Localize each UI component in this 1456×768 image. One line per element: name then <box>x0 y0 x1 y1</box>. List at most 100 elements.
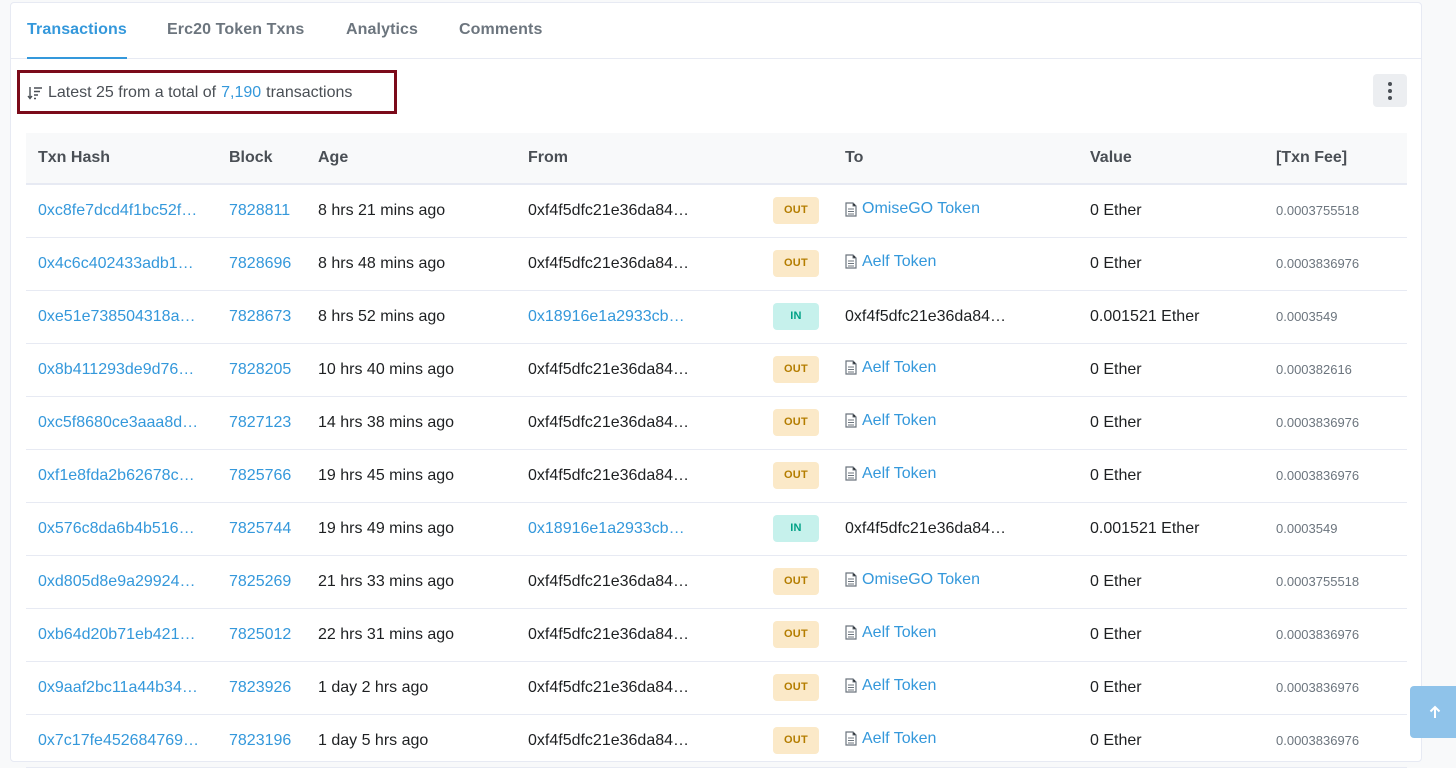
to-link[interactable]: Aelf Token <box>862 253 936 271</box>
table-row: 0xc5f8680ce3aaa8d… 7827123 14 hrs 38 mins … <box>26 396 1407 450</box>
to-contract[interactable]: Aelf Token <box>845 730 936 748</box>
to-link[interactable]: Aelf Token <box>862 730 936 748</box>
table-row: 0xe51e738504318a… 7828673 8 hrs 52 mins ag… <box>26 290 1407 344</box>
txn-fee-text: 0.000382616 <box>1276 361 1352 377</box>
to-contract[interactable]: Aelf Token <box>845 253 936 271</box>
header-txn-fee[interactable]: [Txn Fee] <box>1264 133 1407 185</box>
txn-hash-link[interactable]: 0xd805d8e9a29924… <box>38 573 195 590</box>
block-link[interactable]: 7828811 <box>229 202 290 219</box>
txn-hash-link[interactable]: 0x576c8da6b4b516… <box>38 520 195 537</box>
table-header-row: Txn Hash Block Age From To Value [Txn Fe… <box>26 133 1407 185</box>
table-row: 0xb64d20b71eb421… 7825012 22 hrs 31 mins a… <box>26 608 1407 662</box>
value-text: 0 Ether <box>1090 413 1142 431</box>
document-icon <box>845 731 857 746</box>
to-address: 0xf4f5dfc21e36da84… <box>845 519 1007 537</box>
from-address: 0xf4f5dfc21e36da84… <box>528 731 690 749</box>
header-age: Age <box>306 133 516 185</box>
to-link[interactable]: Aelf Token <box>862 465 936 483</box>
value-text: 0 Ether <box>1090 678 1142 696</box>
from-address: 0xf4f5dfc21e36da84… <box>528 201 690 219</box>
from-address[interactable]: 0x18916e1a2933cb… <box>528 520 685 537</box>
from-address: 0xf4f5dfc21e36da84… <box>528 572 690 590</box>
transactions-card: Transactions Erc20 Token Txns Analytics … <box>10 2 1422 768</box>
vertical-dots-icon <box>1388 80 1392 101</box>
table-row: 0x576c8da6b4b516… 7825744 19 hrs 49 mins a… <box>26 502 1407 556</box>
header-direction <box>761 133 833 185</box>
to-contract[interactable]: Aelf Token <box>845 677 936 695</box>
document-icon <box>845 625 857 640</box>
table-row: 0x9aaf2bc11a44b34… 7823926 1 day 2 hrs ago… <box>26 661 1407 715</box>
txn-hash-link[interactable]: 0xf1e8fda2b62678c… <box>38 467 195 484</box>
txn-fee-text: 0.0003549 <box>1276 520 1338 536</box>
value-text: 0.001521 Ether <box>1090 307 1200 325</box>
block-link[interactable]: 7827123 <box>229 414 291 431</box>
from-address: 0xf4f5dfc21e36da84… <box>528 360 690 378</box>
direction-badge: IN <box>773 303 819 330</box>
from-address: 0xf4f5dfc21e36da84… <box>528 413 690 431</box>
to-contract[interactable]: Aelf Token <box>845 624 936 642</box>
to-link[interactable]: OmiseGO Token <box>862 200 980 218</box>
value-text: 0 Ether <box>1090 466 1142 484</box>
txn-hash-link[interactable]: 0x8b411293de9d76… <box>38 361 194 378</box>
block-link[interactable]: 7825012 <box>229 626 291 643</box>
to-contract[interactable]: OmiseGO Token <box>845 200 980 218</box>
txn-fee-text: 0.0003836976 <box>1276 414 1360 430</box>
document-icon <box>845 201 857 217</box>
value-text: 0 Ether <box>1090 572 1142 590</box>
to-link[interactable]: Aelf Token <box>862 677 936 695</box>
txn-hash-link[interactable]: 0x7c17fe452684769… <box>38 732 199 749</box>
txn-hash-link[interactable]: 0x4c6c402433adb1… <box>38 255 194 272</box>
block-link[interactable]: 7825744 <box>229 520 291 537</box>
txn-hash-link[interactable]: 0xc8fe7dcd4f1bc52f… <box>38 202 197 219</box>
age-text: 8 hrs 21 mins ago <box>318 201 446 219</box>
block-link[interactable]: 7828673 <box>229 308 291 325</box>
age-text: 1 day 5 hrs ago <box>318 731 429 749</box>
direction-badge: OUT <box>773 197 819 225</box>
to-contract[interactable]: Aelf Token <box>845 359 936 377</box>
direction-badge: OUT <box>773 409 819 436</box>
block-link[interactable]: 7828205 <box>229 361 291 378</box>
to-link[interactable]: Aelf Token <box>862 412 936 430</box>
summary-prefix: Latest 25 from a total of <box>48 84 217 101</box>
to-link[interactable]: Aelf Token <box>862 359 936 377</box>
from-address: 0xf4f5dfc21e36da84… <box>528 625 690 643</box>
scroll-to-top-button[interactable] <box>1410 686 1456 738</box>
block-link[interactable]: 7828696 <box>229 255 291 272</box>
txn-fee-text: 0.0003836976 <box>1276 732 1360 748</box>
direction-badge: OUT <box>773 250 819 277</box>
age-text: 8 hrs 48 mins ago <box>318 254 446 272</box>
summary-highlight-box: Latest 25 from a total of 7,190 transact… <box>17 70 397 114</box>
tab-transactions[interactable]: Transactions <box>27 3 127 59</box>
txn-hash-link[interactable]: 0xb64d20b71eb421… <box>38 626 195 643</box>
tab-comments[interactable]: Comments <box>459 3 542 58</box>
to-link[interactable]: Aelf Token <box>862 624 936 642</box>
from-address[interactable]: 0x18916e1a2933cb… <box>528 308 685 325</box>
to-contract[interactable]: Aelf Token <box>845 465 936 483</box>
direction-badge: OUT <box>773 568 819 595</box>
to-contract[interactable]: Aelf Token <box>845 412 936 430</box>
summary-count-link[interactable]: 7,190 <box>221 84 261 102</box>
txn-hash-link[interactable]: 0x9aaf2bc11a44b34… <box>38 679 198 696</box>
tab-analytics[interactable]: Analytics <box>346 3 418 58</box>
txn-hash-link[interactable]: 0xc5f8680ce3aaa8d… <box>38 414 198 431</box>
document-icon <box>845 413 857 428</box>
txn-hash-link[interactable]: 0xe51e738504318a… <box>38 308 195 325</box>
options-menu-button[interactable] <box>1373 74 1407 107</box>
header-block: Block <box>217 133 306 185</box>
tab-erc20-token-txns[interactable]: Erc20 Token Txns <box>167 3 304 58</box>
table-row: 0x7c17fe452684769… 7823196 1 day 5 hrs ago… <box>26 714 1407 768</box>
block-link[interactable]: 7825766 <box>229 467 291 484</box>
header-value: Value <box>1078 133 1264 185</box>
txn-fee-text: 0.0003836976 <box>1276 467 1360 483</box>
block-link[interactable]: 7823196 <box>229 732 291 749</box>
document-icon <box>845 572 857 587</box>
block-link[interactable]: 7823926 <box>229 679 291 696</box>
from-address: 0xf4f5dfc21e36da84… <box>528 678 690 696</box>
to-link[interactable]: OmiseGO Token <box>862 571 980 589</box>
document-icon <box>845 254 857 269</box>
txn-fee-text: 0.0003836976 <box>1276 255 1360 271</box>
to-contract[interactable]: OmiseGO Token <box>845 571 980 589</box>
block-link[interactable]: 7825269 <box>229 573 291 590</box>
age-text: 21 hrs 33 mins ago <box>318 572 455 590</box>
document-icon <box>845 360 857 375</box>
